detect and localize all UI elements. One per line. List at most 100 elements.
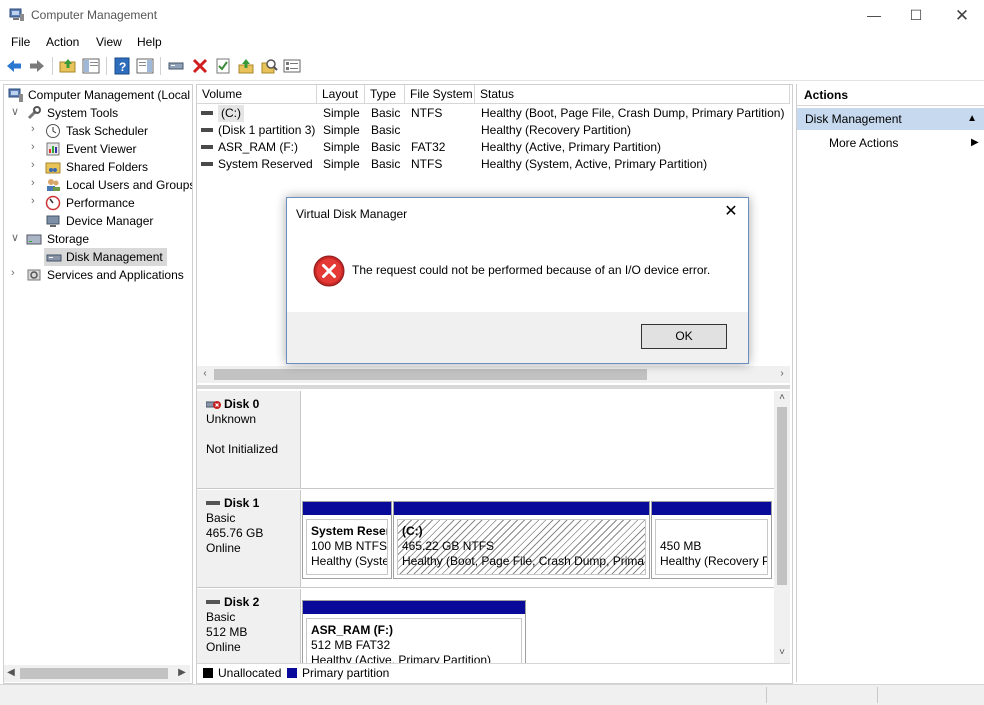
- tree-item-performance[interactable]: › Performance: [4, 194, 190, 212]
- tree-item-services-and-applications[interactable]: › Services and Applications: [4, 266, 190, 284]
- volume-cell: (Disk 1 partition 3): [218, 123, 316, 137]
- tree-item-shared-folders[interactable]: › Shared Folders: [4, 158, 190, 176]
- partition-title: System Reser: [311, 524, 388, 538]
- shared-folder-icon: [45, 162, 61, 174]
- show-action-pane-icon[interactable]: [136, 57, 154, 75]
- volume-icon: [201, 145, 213, 149]
- disk-map: Disk 0 Unknown Not Initialized Disk 1 Ba…: [197, 391, 774, 663]
- chevron-right-icon[interactable]: ›: [31, 195, 41, 207]
- scroll-left-icon[interactable]: ◀: [6, 667, 16, 678]
- column-header-type[interactable]: Type: [365, 85, 405, 104]
- status-bar: [0, 684, 984, 705]
- table-row[interactable]: (C:) Simple Basic NTFS Healthy (Boot, Pa…: [197, 105, 790, 122]
- tree-item-label: Storage: [47, 232, 90, 246]
- close-window-button[interactable]: ✕: [939, 0, 984, 31]
- partition-size: 512 MB FAT32: [311, 638, 391, 652]
- partition-recovery[interactable]: 450 MB Healthy (Recovery P: [651, 501, 772, 579]
- delete-icon[interactable]: [191, 57, 209, 75]
- chevron-right-icon[interactable]: ›: [31, 159, 41, 171]
- tree-item-task-scheduler[interactable]: › Task Scheduler: [4, 122, 190, 140]
- back-arrow-icon[interactable]: [5, 57, 23, 75]
- actions-header: Actions: [797, 84, 984, 106]
- system-tools-icon: [27, 106, 41, 120]
- tree-item-computer-management[interactable]: Computer Management (Local: [4, 86, 190, 104]
- dialog-close-button[interactable]: ✕: [720, 201, 742, 223]
- chevron-down-icon[interactable]: ∨: [11, 105, 21, 118]
- disk-1-label[interactable]: Disk 1 Basic 465.76 GB Online: [197, 490, 301, 588]
- event-viewer-icon: [46, 142, 60, 156]
- menu-help[interactable]: Help: [137, 35, 162, 49]
- unallocated-swatch: [203, 668, 213, 678]
- tree-item-system-tools[interactable]: ∨ System Tools: [4, 104, 190, 122]
- search-folder-icon[interactable]: [260, 57, 278, 75]
- status-cell: Healthy (Boot, Page File, Crash Dump, Pr…: [481, 106, 785, 120]
- legend-unallocated: Unallocated: [218, 666, 282, 680]
- actions-section-disk-management[interactable]: Disk Management ▲: [797, 108, 984, 130]
- list-view-icon[interactable]: [283, 57, 301, 75]
- connect-drive-icon[interactable]: [167, 57, 185, 75]
- pane-splitter[interactable]: [197, 385, 790, 389]
- scrollbar-thumb[interactable]: [777, 407, 787, 585]
- disk-2-label[interactable]: Disk 2 Basic 512 MB Online: [197, 589, 301, 663]
- tree-horizontal-scrollbar[interactable]: ◀ ▶: [4, 665, 190, 682]
- partition-c-drive[interactable]: (C:) 465.22 GB NTFS Healthy (Boot, Page …: [393, 501, 650, 579]
- tree-item-storage[interactable]: ∨ Storage: [4, 230, 190, 248]
- volume-icon: [201, 128, 213, 132]
- up-folder-icon[interactable]: [59, 57, 77, 75]
- disk-name: Disk 1: [224, 496, 260, 510]
- volume-list-horizontal-scrollbar[interactable]: ‹ ›: [197, 366, 790, 383]
- ok-button[interactable]: OK: [641, 324, 727, 349]
- menu-file[interactable]: File: [11, 35, 30, 49]
- tree-item-label: Performance: [66, 196, 135, 210]
- tree-item-local-users-and-groups[interactable]: › Local Users and Groups: [4, 176, 193, 194]
- maximize-button[interactable]: ☐: [893, 0, 939, 31]
- disk-map-vertical-scrollbar[interactable]: ˄ ˅: [774, 391, 790, 663]
- collapse-up-icon[interactable]: ▲: [967, 108, 977, 130]
- partition-asr-ram[interactable]: ASR_RAM (F:) 512 MB FAT32 Healthy (Activ…: [302, 600, 526, 663]
- scrollbar-thumb[interactable]: [20, 668, 168, 679]
- forward-arrow-icon[interactable]: [28, 57, 46, 75]
- scroll-left-icon[interactable]: ‹: [200, 368, 210, 379]
- more-actions-item[interactable]: More Actions: [829, 136, 898, 150]
- menu-view[interactable]: View: [96, 35, 122, 49]
- error-dialog: Virtual Disk Manager ✕ The request could…: [286, 197, 749, 364]
- tree-item-label: Local Users and Groups: [66, 178, 193, 192]
- disk-status: Not Initialized: [206, 442, 279, 456]
- partition-system-reserved[interactable]: System Reser 100 MB NTFS Healthy (Syste: [302, 501, 392, 579]
- disk-size: 512 MB: [206, 625, 248, 639]
- chevron-down-icon[interactable]: ∨: [11, 231, 21, 244]
- menu-action[interactable]: Action: [46, 35, 79, 49]
- chevron-right-icon[interactable]: ›: [31, 177, 41, 189]
- table-row[interactable]: ASR_RAM (F:) Simple Basic FAT32 Healthy …: [197, 139, 790, 156]
- partition-status: Healthy (Recovery P: [660, 554, 768, 568]
- disk-name: Disk 2: [224, 595, 260, 609]
- column-header-volume[interactable]: Volume: [197, 85, 317, 104]
- properties-icon[interactable]: [214, 57, 232, 75]
- scroll-right-icon[interactable]: ▶: [177, 667, 187, 678]
- import-icon[interactable]: [237, 57, 255, 75]
- volume-icon: [201, 111, 213, 115]
- table-row[interactable]: System Reserved Simple Basic NTFS Health…: [197, 156, 790, 173]
- disk-0-label[interactable]: Disk 0 Unknown Not Initialized: [197, 391, 301, 489]
- layout-cell: Simple: [323, 157, 360, 171]
- column-header-status[interactable]: Status: [475, 85, 790, 104]
- tree-item-disk-management[interactable]: Disk Management: [44, 248, 167, 266]
- storage-icon: [26, 234, 42, 245]
- scroll-up-icon[interactable]: ˄: [777, 392, 787, 403]
- table-row[interactable]: (Disk 1 partition 3) Simple Basic Health…: [197, 122, 790, 139]
- help-icon[interactable]: ?: [113, 57, 131, 75]
- chevron-right-icon[interactable]: ›: [11, 267, 21, 279]
- scroll-right-icon[interactable]: ›: [777, 368, 787, 379]
- scroll-down-icon[interactable]: ˅: [777, 647, 787, 658]
- show-hide-tree-icon[interactable]: [82, 57, 100, 75]
- chevron-right-icon[interactable]: ›: [31, 123, 41, 135]
- scrollbar-thumb[interactable]: [214, 369, 647, 380]
- column-header-file-system[interactable]: File System: [405, 85, 475, 104]
- tree-item-label: Task Scheduler: [66, 124, 149, 138]
- tree-item-event-viewer[interactable]: › Event Viewer: [4, 140, 190, 158]
- minimize-button[interactable]: —: [851, 0, 897, 31]
- chevron-right-icon[interactable]: ›: [31, 141, 41, 153]
- submenu-arrow-icon[interactable]: ▶: [971, 137, 979, 148]
- column-header-layout[interactable]: Layout: [317, 85, 365, 104]
- tree-item-device-manager[interactable]: Device Manager: [4, 212, 190, 230]
